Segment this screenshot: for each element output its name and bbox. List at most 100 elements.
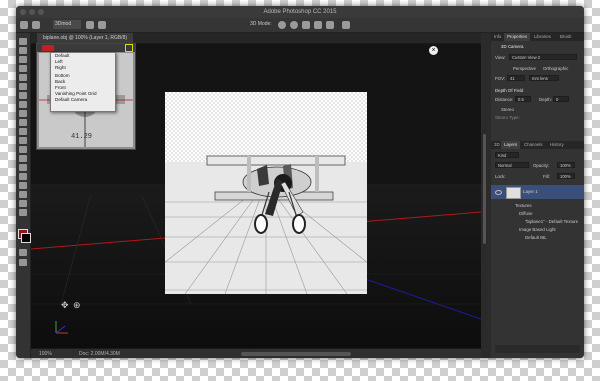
background-color-swatch[interactable]	[21, 233, 31, 243]
tab-libraries[interactable]: Libraries	[531, 33, 554, 41]
layer-sub-ibl[interactable]: Image Based Light	[519, 227, 556, 232]
opacity-label: Opacity:	[533, 163, 550, 168]
view-dropdown-menu: Default Left Right Bottom Back Front Van…	[50, 52, 116, 112]
history-brush-tool-icon[interactable]	[19, 119, 27, 126]
fill-field[interactable]: 100%	[557, 173, 575, 179]
coordinate-readout: 41.29	[71, 133, 93, 141]
lock-label: Lock:	[495, 174, 506, 179]
visibility-eye-icon[interactable]	[495, 190, 502, 195]
brush-tool-icon[interactable]	[19, 101, 27, 108]
tool-preset-icon[interactable]	[32, 21, 40, 29]
crop-tool-icon[interactable]	[19, 74, 27, 81]
3d-mode-label: 3D Mode:	[250, 21, 272, 27]
camera-icon[interactable]	[342, 21, 350, 29]
hand-tool-icon[interactable]	[19, 200, 27, 207]
secondary-view-header	[37, 44, 135, 52]
fov-label: FOV:	[495, 76, 506, 81]
pen-tool-icon[interactable]	[19, 164, 27, 171]
view-label: View:	[495, 55, 506, 60]
tab-layers[interactable]: Layers	[501, 141, 521, 149]
layer-sub-default-ibl[interactable]: Default IBL	[525, 235, 547, 240]
layers-tab-bar: 3D Layers Channels History	[491, 141, 584, 149]
camera-widget-icon[interactable]: ⊕	[73, 300, 83, 310]
right-panels: Info Properties Libraries Brush 3D Camer…	[491, 33, 584, 358]
layer-name[interactable]: Layer 1	[523, 189, 538, 194]
close-view-icon[interactable]: ×	[429, 46, 438, 55]
tab-channels[interactable]: Channels	[521, 141, 546, 149]
lasso-tool-icon[interactable]	[19, 56, 27, 63]
distribute-icon[interactable]	[98, 21, 106, 29]
move-tool-icon[interactable]	[19, 38, 27, 45]
distance-field[interactable]: 0.5	[515, 96, 531, 102]
type-tool-icon[interactable]	[19, 173, 27, 180]
layer-row[interactable]: Layer 1	[491, 185, 584, 199]
depth-label: Depth:	[539, 97, 552, 102]
kind-filter-select[interactable]: Kind	[495, 152, 519, 158]
quick-mask-icon[interactable]	[19, 249, 27, 256]
window-title: Adobe Photoshop CC 2015	[263, 9, 337, 15]
panel-header: 3D Camera	[501, 44, 524, 49]
pan-icon[interactable]	[302, 21, 310, 29]
path-select-tool-icon[interactable]	[19, 182, 27, 189]
stamp-tool-icon[interactable]	[19, 110, 27, 117]
eyedropper-tool-icon[interactable]	[19, 83, 27, 90]
gradient-tool-icon[interactable]	[19, 137, 27, 144]
depth-field[interactable]: 0	[553, 96, 569, 102]
healing-tool-icon[interactable]	[19, 92, 27, 99]
title-bar: Adobe Photoshop CC 2015	[16, 6, 584, 18]
vertical-scrollbar[interactable]	[483, 134, 486, 244]
photoshop-window: Adobe Photoshop CC 2015 3Dmod 3D Mode: b…	[16, 6, 584, 358]
move-tool-icon[interactable]	[20, 21, 28, 29]
dof-section-label: Depth Of Field	[495, 88, 524, 93]
fill-label: Fill:	[543, 174, 550, 179]
tab-brush[interactable]: Brush	[557, 33, 574, 41]
document-tab[interactable]: biplane.obj @ 100% (Layer 1, RGB/8)	[37, 33, 134, 43]
zoom-level[interactable]: 100%	[39, 349, 52, 358]
blend-mode-select[interactable]: Normal	[495, 162, 529, 168]
eraser-tool-icon[interactable]	[19, 128, 27, 135]
align-icon[interactable]	[86, 21, 94, 29]
marquee-tool-icon[interactable]	[19, 47, 27, 54]
biplane-model	[206, 155, 346, 234]
axis-gizmo-icon	[55, 321, 68, 334]
menu-item-default-camera[interactable]: Default Camera	[51, 97, 115, 103]
layers-footer-toolbar	[495, 345, 580, 353]
quick-select-tool-icon[interactable]	[19, 65, 27, 72]
layer-sub-textures[interactable]: Textures	[515, 203, 532, 208]
preset-select[interactable]: 3Dmod	[53, 20, 81, 29]
zoom-tool-icon[interactable]	[19, 209, 27, 216]
slide-icon[interactable]	[314, 21, 322, 29]
opacity-field[interactable]: 100%	[557, 162, 575, 168]
horizontal-scrollbar[interactable]	[241, 352, 351, 356]
tools-panel	[16, 33, 31, 358]
fov-field[interactable]: 41	[507, 75, 525, 81]
dodge-tool-icon[interactable]	[19, 155, 27, 162]
roll-icon[interactable]	[290, 21, 298, 29]
shape-tool-icon[interactable]	[19, 191, 27, 198]
stereo-checkbox[interactable]: Stereo	[501, 107, 514, 112]
orthographic-option[interactable]: Orthographic	[543, 66, 568, 71]
orbit-icon[interactable]	[278, 21, 286, 29]
screen-mode-icon[interactable]	[19, 259, 27, 266]
view-select-button[interactable]	[42, 45, 54, 51]
vertical-scrollbar-track	[482, 44, 487, 348]
document-canvas[interactable]	[165, 92, 367, 294]
view-select[interactable]: Custom View 2	[509, 54, 577, 60]
blur-tool-icon[interactable]	[19, 146, 27, 153]
layer-sub-diffuse[interactable]: Diffuse	[519, 211, 533, 216]
perspective-option[interactable]: Perspective	[513, 66, 536, 71]
tab-info[interactable]: Info	[491, 33, 504, 41]
3d-axis-widget-icon[interactable]: ✥	[61, 300, 71, 310]
window-controls[interactable]	[20, 9, 44, 15]
status-bar: 100% Doc: 2.00M/4.30M	[31, 348, 481, 358]
swap-view-icon[interactable]	[125, 44, 133, 52]
fov-unit-select[interactable]: mm lens	[529, 75, 559, 81]
layer-thumbnail	[506, 187, 521, 199]
layer-sub-texture[interactable]: "biplane1" - Default Texture	[525, 219, 578, 224]
doc-size: Doc: 2.00M/4.30M	[79, 351, 120, 357]
tab-history[interactable]: History	[547, 141, 567, 149]
properties-tab-bar: Info Properties Libraries Brush	[491, 33, 584, 41]
scale-icon[interactable]	[326, 21, 334, 29]
tab-properties[interactable]: Properties	[504, 33, 531, 41]
options-bar: 3Dmod 3D Mode:	[16, 18, 584, 33]
